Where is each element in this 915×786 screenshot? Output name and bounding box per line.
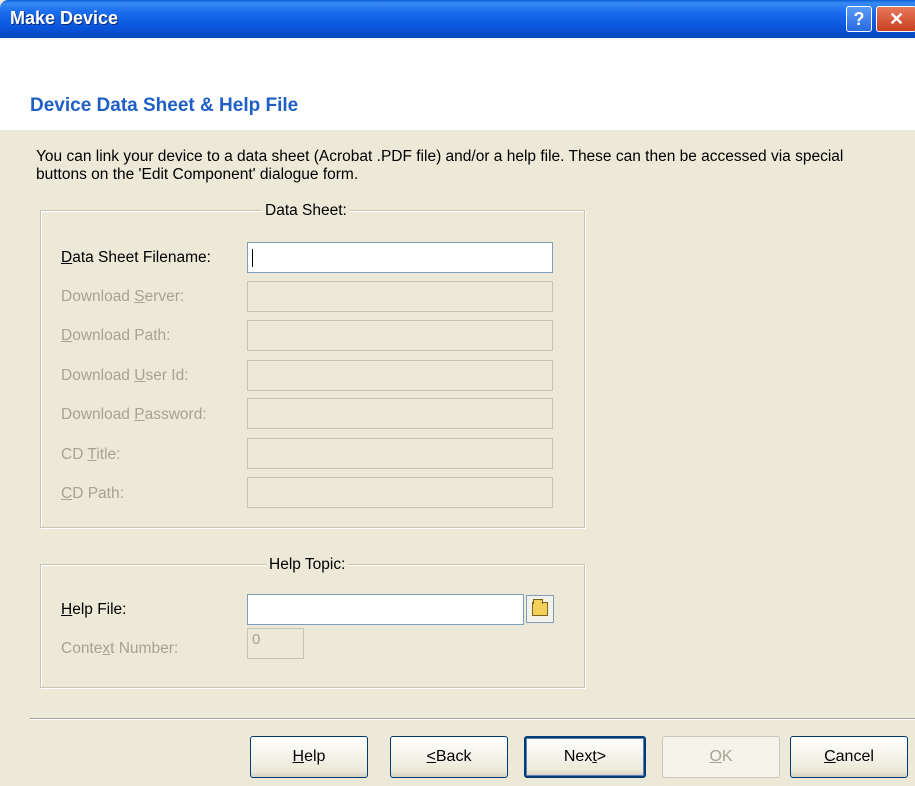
folder-icon — [532, 599, 548, 616]
back-button[interactable]: < Back — [390, 736, 508, 778]
cd-path-label: CD Path: — [61, 485, 124, 502]
download-userid-label: Download User Id: — [61, 367, 189, 384]
title-help-button[interactable]: ? — [846, 6, 872, 32]
download-server-label: Download Server: — [61, 288, 185, 305]
question-icon: ? — [853, 8, 865, 29]
helptopic-group — [40, 564, 585, 688]
help-button[interactable]: Help — [250, 736, 368, 778]
context-number-label: Context Number: — [61, 640, 179, 657]
intro-text: You can link your device to a data sheet… — [36, 148, 844, 183]
help-file-input[interactable] — [247, 594, 524, 625]
helptopic-legend: Help Topic: — [266, 556, 349, 574]
browse-button[interactable] — [526, 595, 554, 623]
cancel-button[interactable]: Cancel — [790, 736, 908, 778]
download-path-input[interactable] — [247, 320, 553, 351]
window-title: Make Device — [10, 8, 119, 28]
page-title: Device Data Sheet & Help File — [30, 95, 299, 116]
datasheet-filename-label: Data Sheet Filename: — [61, 249, 211, 266]
ok-button[interactable]: OK — [662, 736, 780, 778]
cd-title-input[interactable] — [247, 438, 553, 469]
datasheet-filename-input[interactable] — [247, 242, 553, 273]
datasheet-legend: Data Sheet: — [262, 202, 350, 220]
cd-path-input[interactable] — [247, 477, 553, 508]
download-path-label: Download Path: — [61, 327, 171, 344]
title-bar: Make Device ? ✕ — [0, 0, 915, 38]
download-userid-input[interactable] — [247, 360, 553, 391]
download-password-input[interactable] — [247, 398, 553, 429]
next-button[interactable]: Nex t > — [524, 736, 646, 778]
close-icon: ✕ — [888, 8, 905, 29]
title-close-button[interactable]: ✕ — [876, 6, 915, 32]
context-number-input[interactable]: 0 — [247, 628, 304, 659]
header-divider — [0, 128, 915, 130]
footer-divider-highlight — [30, 719, 915, 720]
text-caret — [252, 249, 253, 267]
download-password-label: Download Password: — [61, 406, 207, 423]
cd-title-label: CD Title: — [61, 446, 121, 463]
download-server-input[interactable] — [247, 281, 553, 312]
help-file-label: Help File: — [61, 601, 127, 618]
